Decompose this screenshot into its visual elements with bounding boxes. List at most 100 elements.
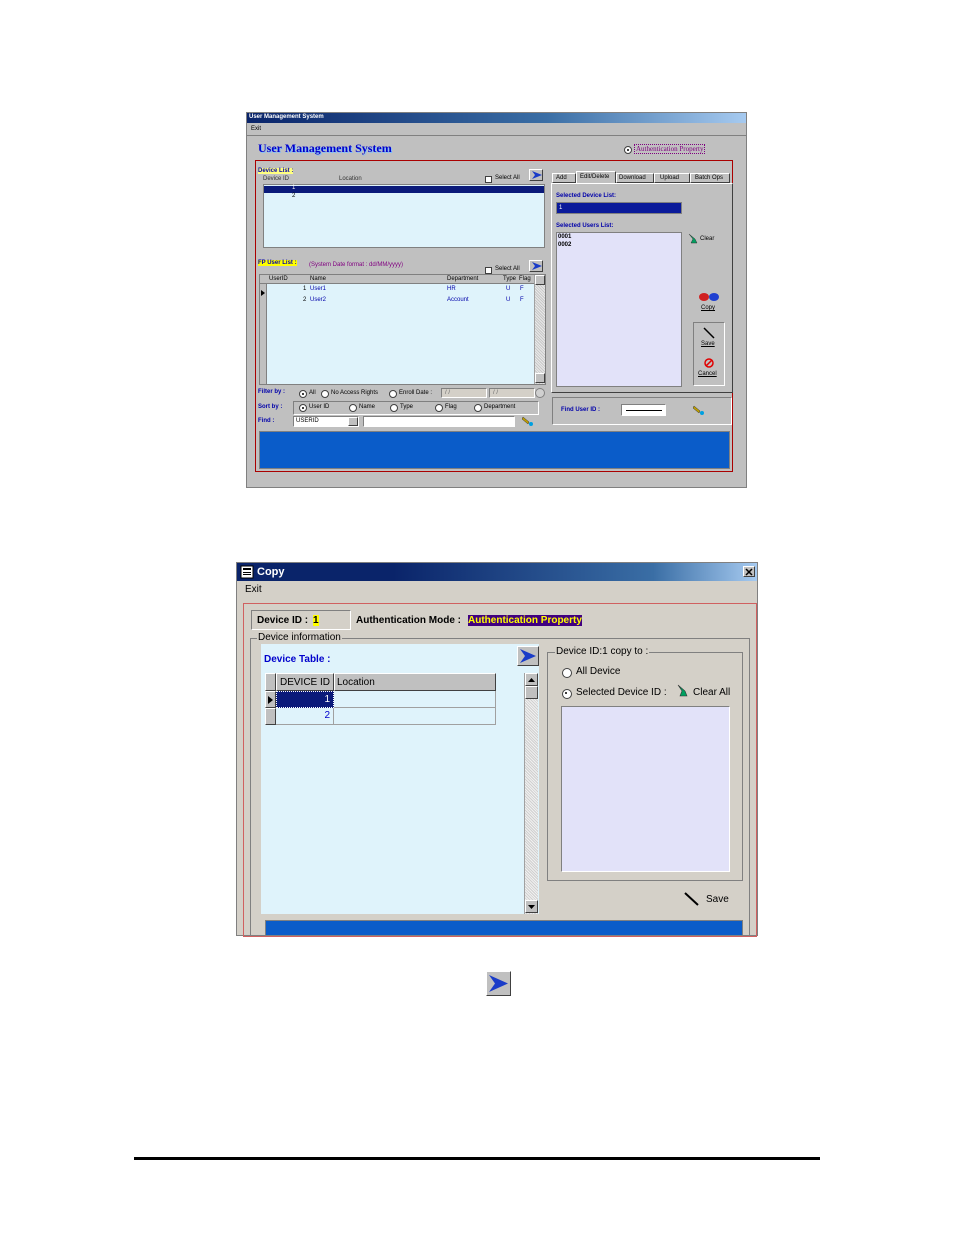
user-select-all-checkbox[interactable] bbox=[485, 267, 492, 274]
device-grid-scrollbar[interactable] bbox=[524, 673, 538, 914]
auth-property-option[interactable]: Authentication Property bbox=[634, 144, 706, 154]
copy-button[interactable]: Copy bbox=[701, 305, 715, 311]
selected-device-box[interactable]: 1 bbox=[556, 202, 682, 214]
tab-add-label: Add bbox=[556, 175, 567, 181]
user-select-all-label[interactable]: Select All bbox=[495, 266, 520, 272]
clear-button[interactable]: Clear bbox=[700, 236, 714, 242]
selected-device-radio[interactable] bbox=[562, 689, 572, 699]
row-department: Account bbox=[447, 297, 469, 303]
selected-users-list[interactable]: 0001 0002 bbox=[556, 232, 682, 387]
flashlight-icon[interactable] bbox=[693, 404, 707, 416]
sort-name-radio[interactable] bbox=[349, 404, 357, 412]
sort-userid-radio[interactable] bbox=[299, 404, 307, 412]
selected-device-radio-label[interactable]: Selected Device ID : bbox=[576, 687, 667, 698]
save-button[interactable]: Save bbox=[706, 894, 729, 905]
enroll-date-from-input[interactable]: / / bbox=[441, 388, 487, 398]
device-select-all-label[interactable]: Select All bbox=[495, 175, 520, 181]
selected-users-label: Selected Users List: bbox=[556, 223, 614, 229]
tab-add[interactable]: Add bbox=[552, 173, 576, 183]
clear-all-button[interactable]: Clear All bbox=[693, 687, 730, 698]
col-type[interactable]: Type bbox=[503, 276, 516, 282]
row-selector[interactable] bbox=[265, 708, 276, 725]
auth-property-radio[interactable] bbox=[624, 146, 632, 154]
find-user-input[interactable] bbox=[621, 404, 666, 416]
copy-menu-exit[interactable]: Exit bbox=[245, 584, 262, 595]
sort-name-label[interactable]: Name bbox=[359, 404, 375, 410]
device-select-all-checkbox[interactable] bbox=[485, 176, 492, 183]
grid-cell-location[interactable] bbox=[334, 708, 496, 725]
filter-enroll-label[interactable]: Enroll Date : bbox=[399, 390, 432, 396]
tab-download[interactable]: Download bbox=[616, 173, 654, 183]
filter-all-radio[interactable] bbox=[299, 390, 307, 398]
copy-window: Copy Exit Device ID : 1 Authentication M… bbox=[236, 562, 758, 937]
menu-divider bbox=[247, 135, 746, 136]
filter-apply-button[interactable] bbox=[535, 388, 545, 398]
sort-flag-label[interactable]: Flag bbox=[445, 404, 457, 410]
table-row[interactable]: 1 bbox=[276, 691, 496, 708]
filter-enroll-radio[interactable] bbox=[389, 390, 397, 398]
all-device-radio[interactable] bbox=[562, 668, 572, 678]
table-row[interactable]: 2 bbox=[276, 708, 496, 725]
all-device-label[interactable]: All Device bbox=[576, 666, 620, 677]
flashlight-icon[interactable] bbox=[522, 415, 536, 427]
col-name[interactable]: Name bbox=[310, 276, 326, 282]
scroll-down-button[interactable] bbox=[535, 373, 545, 383]
grid-cell-id[interactable]: 1 bbox=[276, 691, 334, 708]
find-text-input[interactable] bbox=[363, 416, 515, 427]
selected-user-item[interactable]: 0001 bbox=[558, 234, 571, 240]
ums-heading: User Management System bbox=[258, 141, 392, 155]
grid-cell-location[interactable] bbox=[334, 691, 496, 708]
close-button[interactable] bbox=[743, 566, 755, 577]
device-list-row[interactable]: 1 bbox=[264, 185, 544, 193]
grid-header-device-id[interactable]: DEVICE ID bbox=[276, 673, 334, 691]
tab-batch-ops[interactable]: Batch Ops bbox=[690, 173, 730, 183]
sort-department-label[interactable]: Department bbox=[484, 404, 515, 410]
device-list-row[interactable]: 2 bbox=[264, 193, 544, 201]
sort-flag-radio[interactable] bbox=[435, 404, 443, 412]
chevron-down-icon[interactable] bbox=[348, 417, 358, 426]
grid-header-label: Location bbox=[337, 677, 375, 688]
standalone-arrow-button[interactable] bbox=[486, 971, 511, 996]
table-row[interactable]: 2 User2 Account U F bbox=[268, 296, 534, 305]
selected-user-item[interactable]: 0002 bbox=[558, 242, 571, 248]
pencil-icon bbox=[703, 327, 715, 339]
col-department[interactable]: Department bbox=[447, 276, 478, 282]
enroll-date-to-input[interactable]: / / bbox=[489, 388, 535, 398]
filter-no-access-radio[interactable] bbox=[321, 390, 329, 398]
scroll-down-button[interactable] bbox=[525, 900, 538, 913]
filter-all-label[interactable]: All bbox=[309, 390, 316, 396]
row-selector[interactable] bbox=[265, 691, 276, 708]
sort-type-label[interactable]: Type bbox=[400, 404, 413, 410]
selected-device-value: 1 bbox=[559, 205, 563, 211]
scroll-up-button[interactable] bbox=[535, 275, 545, 285]
user-table-scrollbar[interactable] bbox=[534, 275, 545, 384]
input-underline bbox=[626, 410, 662, 411]
save-button[interactable]: Save bbox=[701, 341, 715, 347]
grid-cell-id[interactable]: 2 bbox=[276, 708, 334, 725]
ums-menu-exit[interactable]: Exit bbox=[251, 126, 261, 132]
col-flag[interactable]: Flag bbox=[519, 276, 531, 282]
find-field-select[interactable]: USERID bbox=[293, 416, 359, 427]
device-info-label: Device information bbox=[257, 632, 342, 643]
filter-no-access-label[interactable]: No Access Rights bbox=[331, 390, 378, 396]
cancel-button[interactable]: Cancel bbox=[698, 371, 717, 377]
device-list-go-button[interactable] bbox=[529, 169, 543, 181]
sort-type-radio[interactable] bbox=[390, 404, 398, 412]
tab-upload[interactable]: Upload bbox=[654, 173, 690, 183]
col-userid[interactable]: UserID bbox=[269, 276, 288, 282]
device-grid: DEVICE ID Location 1 2 bbox=[265, 673, 497, 727]
grid-header-location[interactable]: Location bbox=[334, 673, 496, 691]
user-list-go-button[interactable] bbox=[529, 260, 543, 272]
scroll-thumb[interactable] bbox=[525, 686, 538, 699]
broom-icon[interactable] bbox=[687, 233, 699, 245]
device-list-label: Device List : bbox=[258, 168, 294, 174]
broom-icon[interactable] bbox=[675, 684, 689, 698]
arrow-right-icon bbox=[520, 649, 536, 663]
sort-userid-label[interactable]: User ID bbox=[309, 404, 329, 410]
device-table-go-button[interactable] bbox=[517, 646, 539, 666]
selected-device-list[interactable] bbox=[561, 706, 730, 872]
copy-icon[interactable] bbox=[698, 292, 720, 302]
scroll-up-button[interactable] bbox=[525, 673, 538, 686]
table-row[interactable]: 1 User1 HR U F bbox=[268, 285, 534, 294]
sort-department-radio[interactable] bbox=[474, 404, 482, 412]
